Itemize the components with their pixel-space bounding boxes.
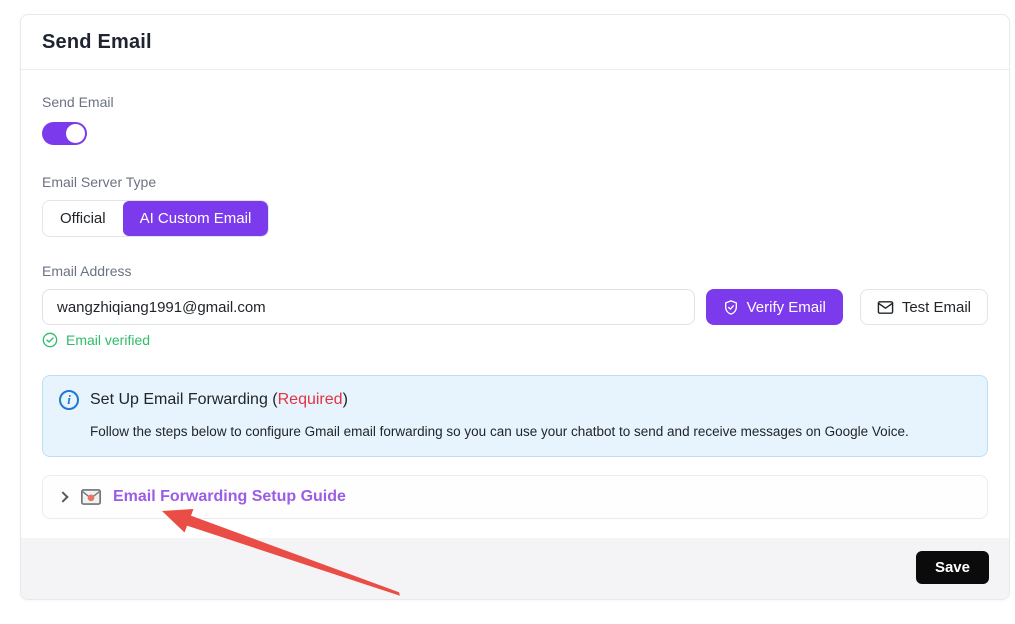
verify-email-label: Verify Email [747,299,826,316]
email-forwarding-info-box: i Set Up Email Forwarding (Required) Fol… [42,375,988,457]
test-email-label: Test Email [902,299,971,316]
email-verified-text: Email verified [66,332,150,348]
page-title: Send Email [42,31,988,54]
email-verified-status: Email verified [42,332,988,348]
email-row: Verify Email Test Email [42,289,988,325]
server-type-label: Email Server Type [42,174,988,190]
shield-check-icon [723,299,739,316]
email-envelope-icon [81,489,101,505]
check-circle-icon [42,332,58,348]
envelope-icon [877,300,894,315]
verify-email-button[interactable]: Verify Email [706,289,843,325]
info-circle-icon: i [59,390,79,410]
required-badge: Required [278,391,343,408]
info-box-header: i Set Up Email Forwarding (Required) [59,390,971,410]
save-button[interactable]: Save [916,551,989,584]
card-header: Send Email [21,15,1009,70]
chevron-right-icon [57,492,68,503]
send-email-toggle[interactable] [42,122,87,145]
email-forwarding-guide-accordion[interactable]: Email Forwarding Setup Guide [42,475,988,519]
send-email-toggle-label: Send Email [42,94,988,110]
card-body: Send Email Email Server Type Official AI… [21,70,1009,538]
server-type-option-ai-custom[interactable]: AI Custom Email [123,201,269,236]
send-email-card: Send Email Send Email Email Server Type … [20,14,1010,600]
info-box-title: Set Up Email Forwarding (Required) [90,391,348,409]
card-footer: Save [21,538,1009,599]
server-type-segmented-control: Official AI Custom Email [42,200,269,237]
info-box-description: Follow the steps below to configure Gmai… [90,423,971,441]
test-email-button[interactable]: Test Email [860,289,988,325]
email-address-input[interactable] [42,289,695,325]
guide-link[interactable]: Email Forwarding Setup Guide [113,488,346,506]
toggle-knob [66,124,85,143]
server-type-option-official[interactable]: Official [43,201,123,236]
email-address-label: Email Address [42,263,988,279]
